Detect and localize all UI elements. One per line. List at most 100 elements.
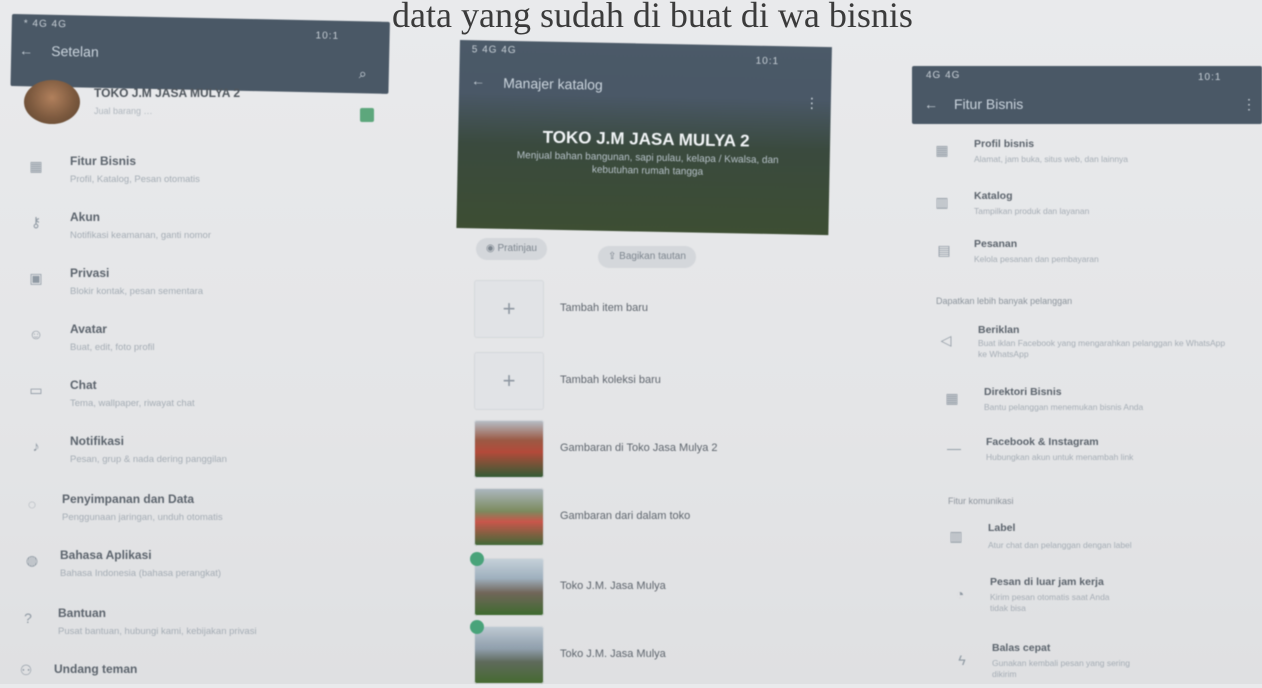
tool-item-label: Facebook & Instagram [986,436,1099,448]
away-message-item[interactable]: ◔ Pesan di luar jam kerja Kirim pesan ot… [912,574,1262,618]
link-icon: — [947,440,961,456]
tool-item-sub: Atur chat dan pelanggan dengan label [988,540,1132,550]
tool-item-label: Direktori Bisnis [984,386,1062,398]
tool-item-label: Pesanan [974,238,1018,250]
facebook-instagram-item[interactable]: — Facebook & Instagram Hubungkan akun un… [912,434,1262,470]
share-link-chip[interactable]: ⇪ Bagikan tautan [598,246,696,268]
qr-code-icon[interactable] [360,108,374,122]
search-icon[interactable]: ⌕ [359,65,367,82]
catalog-manager-screen: 5 4G 4G 10:1 ← Manajer katalog ⋮ TOKO J.… [456,40,838,684]
storage-icon: ◌ [27,496,37,512]
catalog-business-name: TOKO J.M JASA MULYA 2 [542,127,750,151]
settings-item-sub: Penggunaan jaringan, unduh otomatis [62,512,223,523]
catalog-item[interactable]: ▥ Katalog Tampilkan produk dan layanan [912,188,1262,224]
catalog-item[interactable]: Gambaran dari dalam toko [474,488,834,550]
avatar-icon: ☺ [28,326,44,342]
advertise-item[interactable]: ◁ Beriklan Buat iklan Facebook yang meng… [912,322,1262,362]
chip-label: Pratinjau [497,243,537,254]
settings-item-label: Avatar [70,322,107,336]
back-arrow-icon[interactable]: ← [19,42,33,58]
settings-item-sub: Bahasa Indonesia (bahasa perangkat) [60,568,222,579]
section-header: Dapatkan lebih banyak pelanggan [936,296,1073,306]
profile-name[interactable]: TOKO J.M JASA MULYA 2 [94,86,240,100]
tool-item-label: Beriklan [978,324,1020,336]
share-icon: ⇪ [608,251,620,262]
eye-icon: ◉ [486,243,498,254]
page-title: Fitur Bisnis [954,96,1024,112]
tool-item-sub: Kelola pesanan dan pembayaran [974,254,1099,264]
settings-item-bahasa[interactable]: ◍ Bahasa Aplikasi Bahasa Indonesia (baha… [12,546,392,586]
product-thumbnail [474,420,544,478]
more-options-icon[interactable]: ⋮ [1242,96,1256,113]
settings-item-label: Notifikasi [70,434,125,448]
settings-item-penyimpanan[interactable]: ◌ Penyimpanan dan Data Penggunaan jaring… [12,490,392,530]
settings-item-label: Penyimpanan dan Data [62,492,195,506]
settings-item-sub: Blokir kontak, pesan sementara [70,286,204,297]
people-icon: ⚇ [19,662,33,678]
tool-item-sub: ke WhatsApp [978,349,1029,359]
business-tools-screen: 4G 4G 10:1 ← Fitur Bisnis ⋮ ▦ Profil bis… [912,66,1262,684]
settings-item-privasi[interactable]: ▣ Privasi Blokir kontak, pesan sementara [12,264,392,304]
settings-screen: * 4G 4G 10:1 ← Setelan ⌕ TOKO J.M JASA M… [10,14,392,684]
settings-item-label: Privasi [70,266,110,280]
settings-item-label: Bahasa Aplikasi [60,548,152,562]
tool-item-label: Pesan di luar jam kerja [990,576,1104,588]
add-collection-button[interactable]: + Tambah koleksi baru [474,352,834,414]
catalog-item-label: Gambaran di Toko Jasa Mulya 2 [560,442,718,454]
product-thumbnail [474,488,544,546]
catalog-item-label: Toko J.M. Jasa Mulya [560,648,666,660]
profile-avatar[interactable] [24,80,80,124]
plus-icon: + [474,352,544,410]
orders-icon: ▤ [937,242,951,258]
status-bar-left: * 4G 4G [23,18,68,31]
tool-item-label: Label [988,522,1016,534]
back-arrow-icon[interactable]: ← [471,72,485,88]
labels-item[interactable]: ▥ Label Atur chat dan pelanggan dengan l… [912,520,1262,560]
catalog-item[interactable]: Toko J.M. Jasa Mulya [470,552,834,620]
settings-item-akun[interactable]: ⚷ Akun Notifikasi keamanan, ganti nomor [12,208,392,248]
catalog-item-label: Gambaran dari dalam toko [560,510,691,522]
tool-item-sub: dikirim [992,669,1017,679]
back-arrow-icon[interactable]: ← [924,96,938,112]
store-icon: ▦ [29,158,43,174]
add-item-button[interactable]: + Tambah item baru [474,280,834,342]
settings-item-sub: Buat, edit, foto profil [70,342,155,353]
photo-caption: data yang sudah di buat di wa bisnis [392,0,913,35]
tool-item-sub: tidak bisa [990,603,1026,613]
tool-item-sub: Hubungkan akun untuk menambah link [986,452,1134,462]
catalog-item[interactable]: Toko J.M. Jasa Mulya [470,620,834,688]
settings-item-label: Bantuan [58,606,106,620]
preview-chip[interactable]: ◉ Pratinjau [476,238,547,260]
settings-item-sub: Tema, wallpaper, riwayat chat [70,398,195,409]
more-options-icon[interactable]: ⋮ [805,95,819,112]
orders-item[interactable]: ▤ Pesanan Kelola pesanan dan pembayaran [912,236,1262,272]
plus-icon: + [474,280,544,338]
store-icon: ▦ [935,142,949,158]
settings-app-bar: * 4G 4G 10:1 ← Setelan ⌕ [10,14,390,94]
catalog-description: Menjual bahan bangunan, sapi pulau, kela… [516,150,779,178]
grid-icon: ▦ [945,390,959,406]
status-dot-icon [470,552,484,566]
settings-item-sub: Pusat bantuan, hubungi kami, kebijakan p… [58,626,257,637]
lock-icon: ▣ [29,270,43,286]
settings-item-avatar[interactable]: ☺ Avatar Buat, edit, foto profil [12,320,392,360]
business-directory-item[interactable]: ▦ Direktori Bisnis Bantu pelanggan menem… [912,384,1262,420]
status-bar-time: 10:1 [755,55,780,68]
tool-item-label: Profil bisnis [974,138,1035,150]
settings-item-fitur-bisnis[interactable]: ▦ Fitur Bisnis Profil, Katalog, Pesan ot… [12,152,392,192]
catalog-header: 5 4G 4G 10:1 ← Manajer katalog ⋮ TOKO J.… [456,40,832,236]
settings-item-chat[interactable]: ▭ Chat Tema, wallpaper, riwayat chat [12,376,392,416]
settings-item-notifikasi[interactable]: ♪ Notifikasi Pesan, grup & nada dering p… [12,432,392,472]
chip-label: Bagikan tautan [619,251,686,262]
tool-item-sub: Kirim pesan otomatis saat Anda [990,592,1110,602]
chat-icon: ▭ [29,382,43,398]
business-tools-app-bar: 4G 4G 10:1 ← Fitur Bisnis ⋮ [912,66,1262,124]
settings-item-bantuan[interactable]: ? Bantuan Pusat bantuan, hubungi kami, k… [12,604,392,644]
catalog-item-label: Tambah item baru [560,302,649,314]
catalog-item[interactable]: Gambaran di Toko Jasa Mulya 2 [474,420,834,482]
clock-icon: ◔ [955,586,965,602]
settings-item-undang[interactable]: ⚇ Undang teman [12,660,392,684]
quick-replies-item[interactable]: ϟ Balas cepat Gunakan kembali pesan yang… [912,640,1262,684]
business-profile-item[interactable]: ▦ Profil bisnis Alamat, jam buka, situs … [912,136,1262,172]
tool-item-label: Katalog [974,190,1013,202]
